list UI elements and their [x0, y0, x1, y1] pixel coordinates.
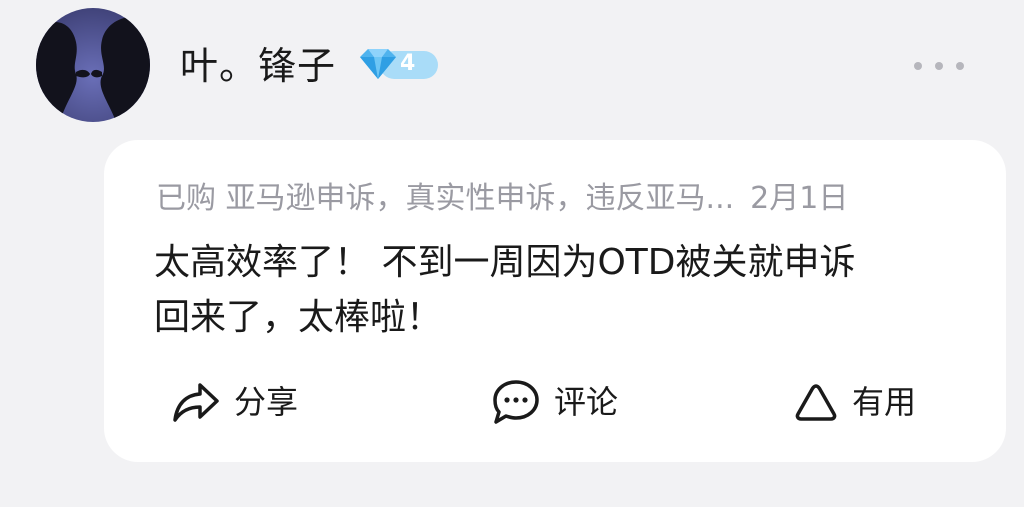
review-text-line: 太高效率了！ 不到一周因为OTD被关就申诉: [154, 242, 856, 283]
useful-label: 有用: [852, 383, 917, 421]
review-date: 2月1日: [750, 181, 849, 216]
more-options-button[interactable]: [914, 58, 964, 74]
share-arrow-icon: [173, 383, 219, 422]
dot-icon: [935, 62, 943, 70]
dot-icon: [956, 62, 964, 70]
comment-bubble-icon: [493, 380, 539, 424]
review-meta: 已购 亚马逊申诉，真实性申诉，违反亚马... 2月1日: [156, 178, 848, 220]
avatar[interactable]: [36, 8, 150, 122]
comment-button[interactable]: 评论: [492, 378, 618, 426]
review-text: 太高效率了！ 不到一周因为OTD被关就申诉 回来了，太棒啦！: [154, 235, 954, 345]
product-name[interactable]: 亚马逊申诉，真实性申诉，违反亚马...: [226, 181, 735, 216]
level-badge: 4: [400, 51, 416, 76]
review-text-line: 回来了，太棒啦！: [154, 297, 443, 338]
couple-silhouette-avatar: [36, 8, 150, 122]
share-button[interactable]: 分享: [172, 378, 298, 426]
diamond-icon: [356, 45, 440, 83]
purchase-tag: 已购: [156, 181, 216, 216]
triangle-icon: [795, 384, 837, 421]
dot-icon: [914, 62, 922, 70]
username[interactable]: 叶。锋子: [180, 42, 336, 90]
comment-label: 评论: [554, 383, 619, 421]
useful-button[interactable]: 有用: [794, 378, 916, 426]
share-label: 分享: [234, 383, 299, 421]
